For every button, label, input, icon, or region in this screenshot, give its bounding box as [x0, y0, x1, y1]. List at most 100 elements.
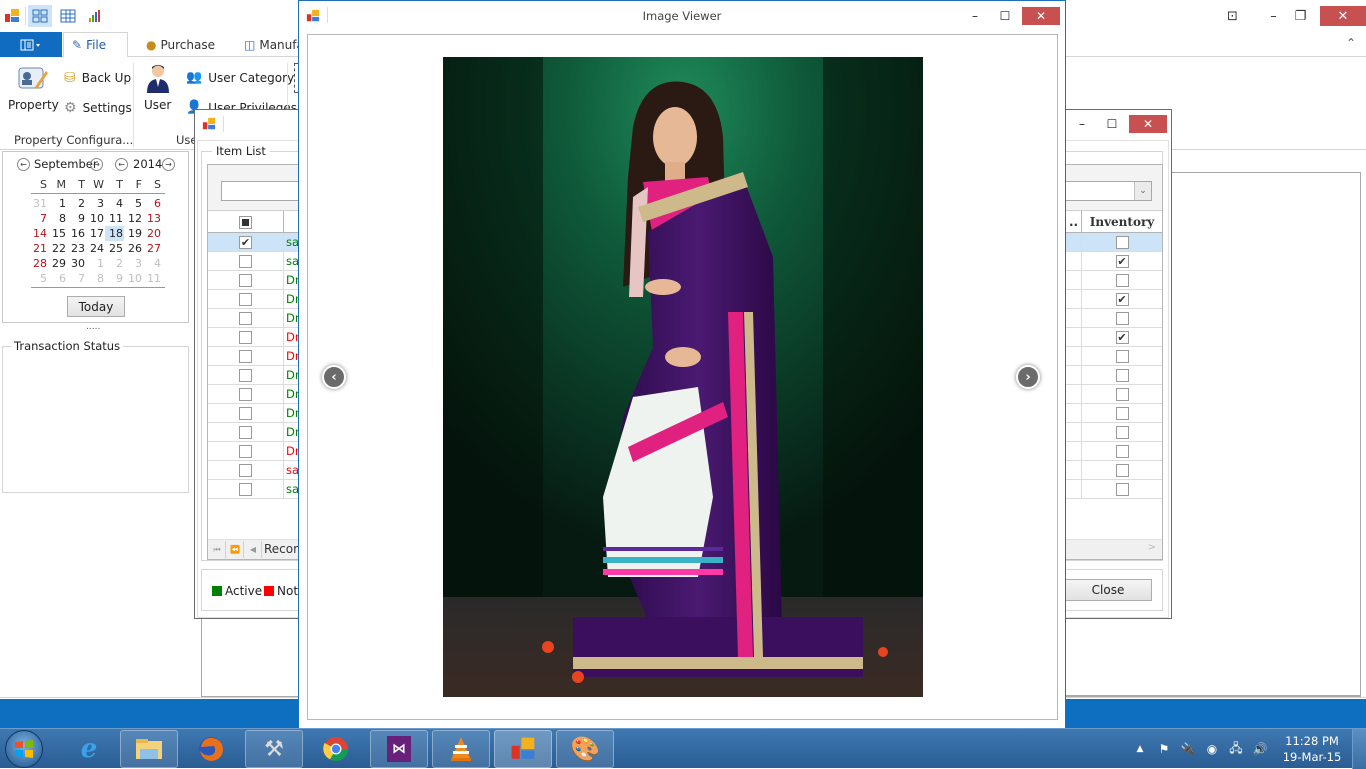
taskbar-visual-studio[interactable]: ⋈: [370, 730, 428, 768]
calendar-day[interactable]: 17: [86, 226, 105, 241]
table-view-icon[interactable]: [57, 6, 79, 26]
action-center-flag-icon[interactable]: ⚑: [1152, 739, 1176, 759]
calendar-day[interactable]: 11: [143, 271, 162, 286]
calendar-day[interactable]: 5: [124, 196, 143, 211]
show-hidden-icons-button[interactable]: ▲: [1128, 739, 1152, 759]
inventory-checkbox[interactable]: [1115, 311, 1129, 325]
inventory-checkbox[interactable]: [1115, 273, 1129, 287]
calendar-day[interactable]: 10: [124, 271, 143, 286]
calendar-day[interactable]: 1: [48, 196, 67, 211]
calendar-day[interactable]: 22: [48, 241, 67, 256]
calendar-day[interactable]: 18: [105, 226, 124, 241]
chevron-down-icon[interactable]: ⌄: [1134, 182, 1151, 200]
calendar-day[interactable]: 6: [48, 271, 67, 286]
row-select-checkbox[interactable]: [239, 292, 252, 306]
row-select-checkbox[interactable]: [239, 254, 252, 268]
row-select-checkbox[interactable]: [239, 330, 252, 344]
calendar-day[interactable]: 9: [67, 211, 86, 226]
calendar-day[interactable]: 14: [29, 226, 48, 241]
calendar-day[interactable]: 6: [143, 196, 162, 211]
calendar-day[interactable]: 5: [29, 271, 48, 286]
row-select-checkbox[interactable]: [239, 425, 252, 439]
inventory-checkbox[interactable]: [1115, 444, 1129, 458]
row-select-checkbox[interactable]: [239, 273, 252, 287]
inventory-checkbox[interactable]: ✔: [1115, 254, 1129, 268]
calendar-day[interactable]: 7: [29, 211, 48, 226]
truncated-column-header[interactable]: ..: [1066, 211, 1081, 233]
network-icon[interactable]: 🖧: [1224, 739, 1248, 759]
calendar-day[interactable]: 23: [67, 241, 86, 256]
inventory-checkbox[interactable]: [1115, 235, 1129, 249]
row-select-checkbox[interactable]: [239, 406, 252, 420]
taskbar-internet-explorer[interactable]: e: [60, 730, 118, 768]
minimize-button[interactable]: –: [1260, 6, 1287, 26]
previous-image-button[interactable]: ‹: [322, 365, 346, 389]
inventory-checkbox[interactable]: [1115, 387, 1129, 401]
today-button[interactable]: Today: [67, 296, 125, 317]
inventory-checkbox[interactable]: ✔: [1115, 330, 1129, 344]
chart-view-icon[interactable]: [85, 6, 107, 26]
calendar-day[interactable]: 20: [143, 226, 162, 241]
next-month-button[interactable]: →: [90, 158, 103, 171]
taskbar-vlc[interactable]: [432, 730, 490, 768]
splitter-handle[interactable]: .....: [86, 322, 100, 332]
prev-page-group-icon[interactable]: ⏪: [227, 541, 244, 558]
inventory-checkbox[interactable]: [1115, 482, 1129, 496]
calendar-year[interactable]: 2014: [133, 157, 162, 171]
settings-button[interactable]: ⚙ Settings: [64, 100, 132, 116]
taskbar-firefox[interactable]: [182, 730, 240, 768]
volume-icon[interactable]: 🔊: [1248, 739, 1272, 759]
show-desktop-button[interactable]: [1352, 729, 1366, 769]
tab-file[interactable]: ✎ File: [63, 32, 128, 58]
filter-combo[interactable]: ⌄: [1060, 181, 1152, 201]
image-viewer-titlebar[interactable]: Image Viewer – ☐ ✕: [299, 1, 1065, 31]
calendar-day[interactable]: 11: [105, 211, 124, 226]
inventory-checkbox[interactable]: [1115, 425, 1129, 439]
calendar-day[interactable]: 1: [86, 256, 105, 271]
row-select-checkbox[interactable]: [239, 368, 252, 382]
row-select-checkbox[interactable]: [239, 311, 252, 325]
row-select-checkbox[interactable]: [239, 463, 252, 477]
user-button[interactable]: User: [144, 63, 171, 112]
next-image-button[interactable]: ›: [1016, 365, 1040, 389]
viewer-close-button[interactable]: ✕: [1022, 7, 1060, 25]
calendar-day[interactable]: 28: [29, 256, 48, 271]
calendar-day[interactable]: 15: [48, 226, 67, 241]
network-app-icon[interactable]: ◉: [1200, 739, 1224, 759]
calendar-day[interactable]: 9: [105, 271, 124, 286]
item-list-minimize-button[interactable]: –: [1069, 115, 1095, 133]
inventory-checkbox[interactable]: [1115, 463, 1129, 477]
calendar-month[interactable]: September: [34, 157, 98, 171]
viewer-minimize-button[interactable]: –: [962, 7, 988, 25]
taskbar-tools[interactable]: ⚒: [245, 730, 303, 768]
first-page-icon[interactable]: ⏮: [209, 541, 226, 558]
calendar-day[interactable]: 7: [67, 271, 86, 286]
row-select-checkbox[interactable]: [239, 349, 252, 363]
calendar-day[interactable]: 25: [105, 241, 124, 256]
row-select-checkbox[interactable]: ✔: [239, 235, 252, 249]
inventory-checkbox[interactable]: [1115, 368, 1129, 382]
calendar-day[interactable]: 2: [67, 196, 86, 211]
item-list-maximize-button[interactable]: ☐: [1099, 115, 1125, 133]
calendar-day[interactable]: 3: [86, 196, 105, 211]
start-button[interactable]: [5, 730, 43, 768]
item-list-close-button[interactable]: ✕: [1129, 115, 1167, 133]
property-button[interactable]: Property: [8, 63, 59, 112]
inventory-checkbox[interactable]: [1115, 406, 1129, 420]
prev-page-icon[interactable]: ◀: [245, 541, 262, 558]
inventory-column-header[interactable]: Inventory: [1081, 211, 1162, 233]
calendar-day[interactable]: 16: [67, 226, 86, 241]
backup-button[interactable]: ⛁ Back Up: [64, 70, 131, 86]
calendar-day[interactable]: 27: [143, 241, 162, 256]
calendar-day[interactable]: 19: [124, 226, 143, 241]
calendar-day[interactable]: 31: [29, 196, 48, 211]
tile-view-icon[interactable]: [28, 5, 52, 27]
calendar-day[interactable]: 4: [105, 196, 124, 211]
next-year-button[interactable]: →: [162, 158, 175, 171]
calendar-day[interactable]: 8: [86, 271, 105, 286]
calendar-day[interactable]: 2: [105, 256, 124, 271]
calendar-day[interactable]: 13: [143, 211, 162, 226]
taskbar-chrome[interactable]: [307, 730, 365, 768]
calendar-day[interactable]: 24: [86, 241, 105, 256]
calendar-day[interactable]: 26: [124, 241, 143, 256]
